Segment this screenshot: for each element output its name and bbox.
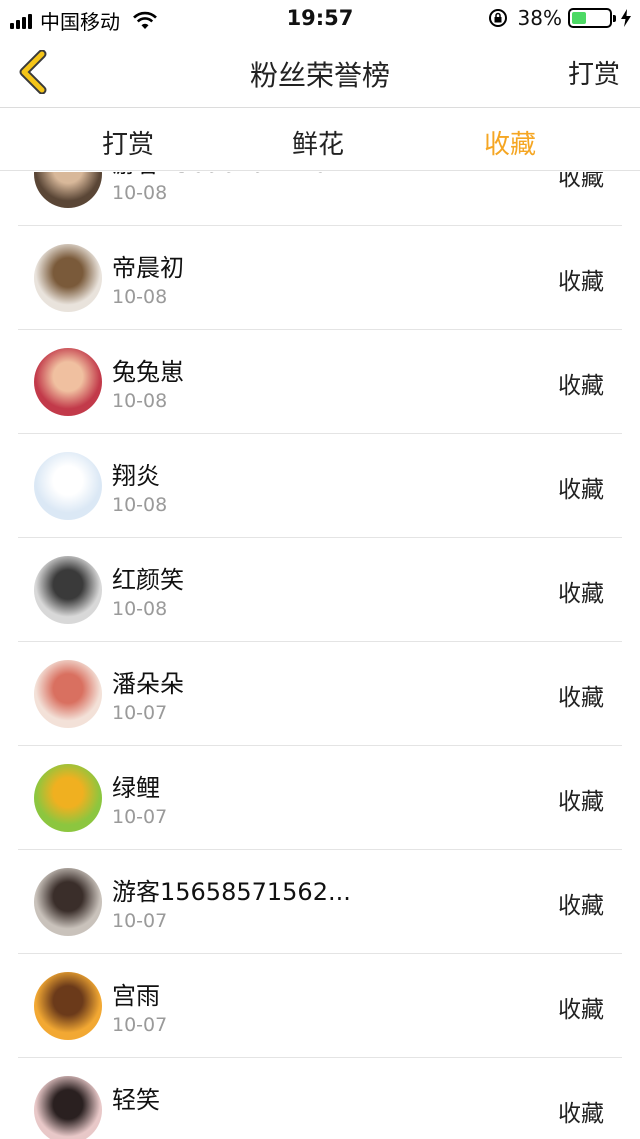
fan-action-label: 收藏 [558, 685, 604, 711]
rotation-lock-icon [488, 9, 507, 27]
fan-action-label: 收藏 [558, 373, 604, 399]
list-item[interactable]: 绿鲤 10-07 收藏 [18, 746, 622, 850]
nav-bar: 粉丝荣誉榜 打赏 [0, 36, 640, 108]
avatar[interactable] [34, 972, 102, 1040]
fan-name: 潘朵朵 [112, 670, 184, 698]
fan-action-label: 收藏 [558, 477, 604, 503]
fan-date: 10-08 [112, 286, 168, 308]
tab-favorites[interactable]: 收藏 [450, 124, 570, 161]
battery-fill [572, 12, 586, 24]
fan-action-label: 收藏 [558, 893, 604, 919]
fan-name: 兔兔崽 [112, 358, 184, 386]
list-item[interactable]: 游客15658571562... 10-07 收藏 [18, 850, 622, 954]
status-right: 38% [488, 6, 632, 30]
fan-name: 翔炎 [112, 462, 160, 490]
list-item[interactable]: 宫雨 10-07 收藏 [18, 954, 622, 1058]
charging-bolt-icon [621, 9, 631, 27]
battery-icon [568, 8, 616, 28]
fan-date: 10-08 [112, 182, 168, 204]
avatar[interactable] [34, 244, 102, 312]
fan-date: 10-08 [112, 390, 168, 412]
avatar[interactable] [34, 660, 102, 728]
fan-name: 宫雨 [112, 982, 160, 1010]
list-item[interactable]: 游客15698192140... 10-08 收藏 [18, 172, 622, 226]
avatar[interactable] [34, 556, 102, 624]
fan-action-label: 收藏 [558, 269, 604, 295]
fan-name: 游客15658571562... [112, 878, 351, 906]
avatar[interactable] [34, 348, 102, 416]
avatar[interactable] [34, 1076, 102, 1139]
list-item[interactable]: 帝晨初 10-08 收藏 [18, 226, 622, 330]
list-item[interactable]: 兔兔崽 10-08 收藏 [18, 330, 622, 434]
tab-bar: 打赏 鲜花 收藏 [0, 109, 640, 171]
avatar[interactable] [34, 764, 102, 832]
fan-list-content: 游客15698192140...10-08收藏帝晨初10-08收藏兔兔崽10-0… [0, 172, 640, 1139]
avatar[interactable] [34, 452, 102, 520]
avatar[interactable] [34, 868, 102, 936]
fan-date: 10-07 [112, 1014, 168, 1036]
tab-reward[interactable]: 打赏 [68, 124, 188, 161]
list-item[interactable]: 潘朵朵 10-07 收藏 [18, 642, 622, 746]
fan-action-label: 收藏 [558, 997, 604, 1023]
fan-action-label: 收藏 [558, 789, 604, 815]
fan-name: 红颜笑 [112, 566, 184, 594]
tab-flowers[interactable]: 鲜花 [258, 124, 378, 161]
fan-name: 游客15698192140... [112, 172, 351, 179]
page-title: 粉丝荣誉榜 [249, 59, 390, 92]
fan-name: 轻笑 [112, 1086, 160, 1114]
list-item[interactable]: 红颜笑 10-08 收藏 [18, 538, 622, 642]
fan-date: 10-07 [112, 806, 168, 828]
avatar[interactable] [34, 172, 102, 208]
list-item[interactable]: 轻笑收藏 [18, 1058, 622, 1139]
fan-date: 10-08 [112, 494, 168, 516]
reward-button[interactable]: 打赏 [568, 54, 620, 91]
fan-action-label: 收藏 [558, 1101, 604, 1127]
fan-action-label: 收藏 [558, 172, 604, 191]
fan-date: 10-07 [112, 702, 168, 724]
battery-percent: 38% [517, 6, 562, 30]
status-bar: 中国移动 19:57 38% [0, 0, 640, 36]
fan-date: 10-08 [112, 598, 168, 620]
fan-name: 帝晨初 [112, 254, 184, 282]
fan-list[interactable]: 游客15698192140...10-08收藏帝晨初10-08收藏兔兔崽10-0… [0, 172, 640, 1139]
fan-date: 10-07 [112, 910, 168, 932]
fan-name: 绿鲤 [112, 774, 160, 802]
fan-action-label: 收藏 [558, 581, 604, 607]
list-item[interactable]: 翔炎 10-08 收藏 [18, 434, 622, 538]
